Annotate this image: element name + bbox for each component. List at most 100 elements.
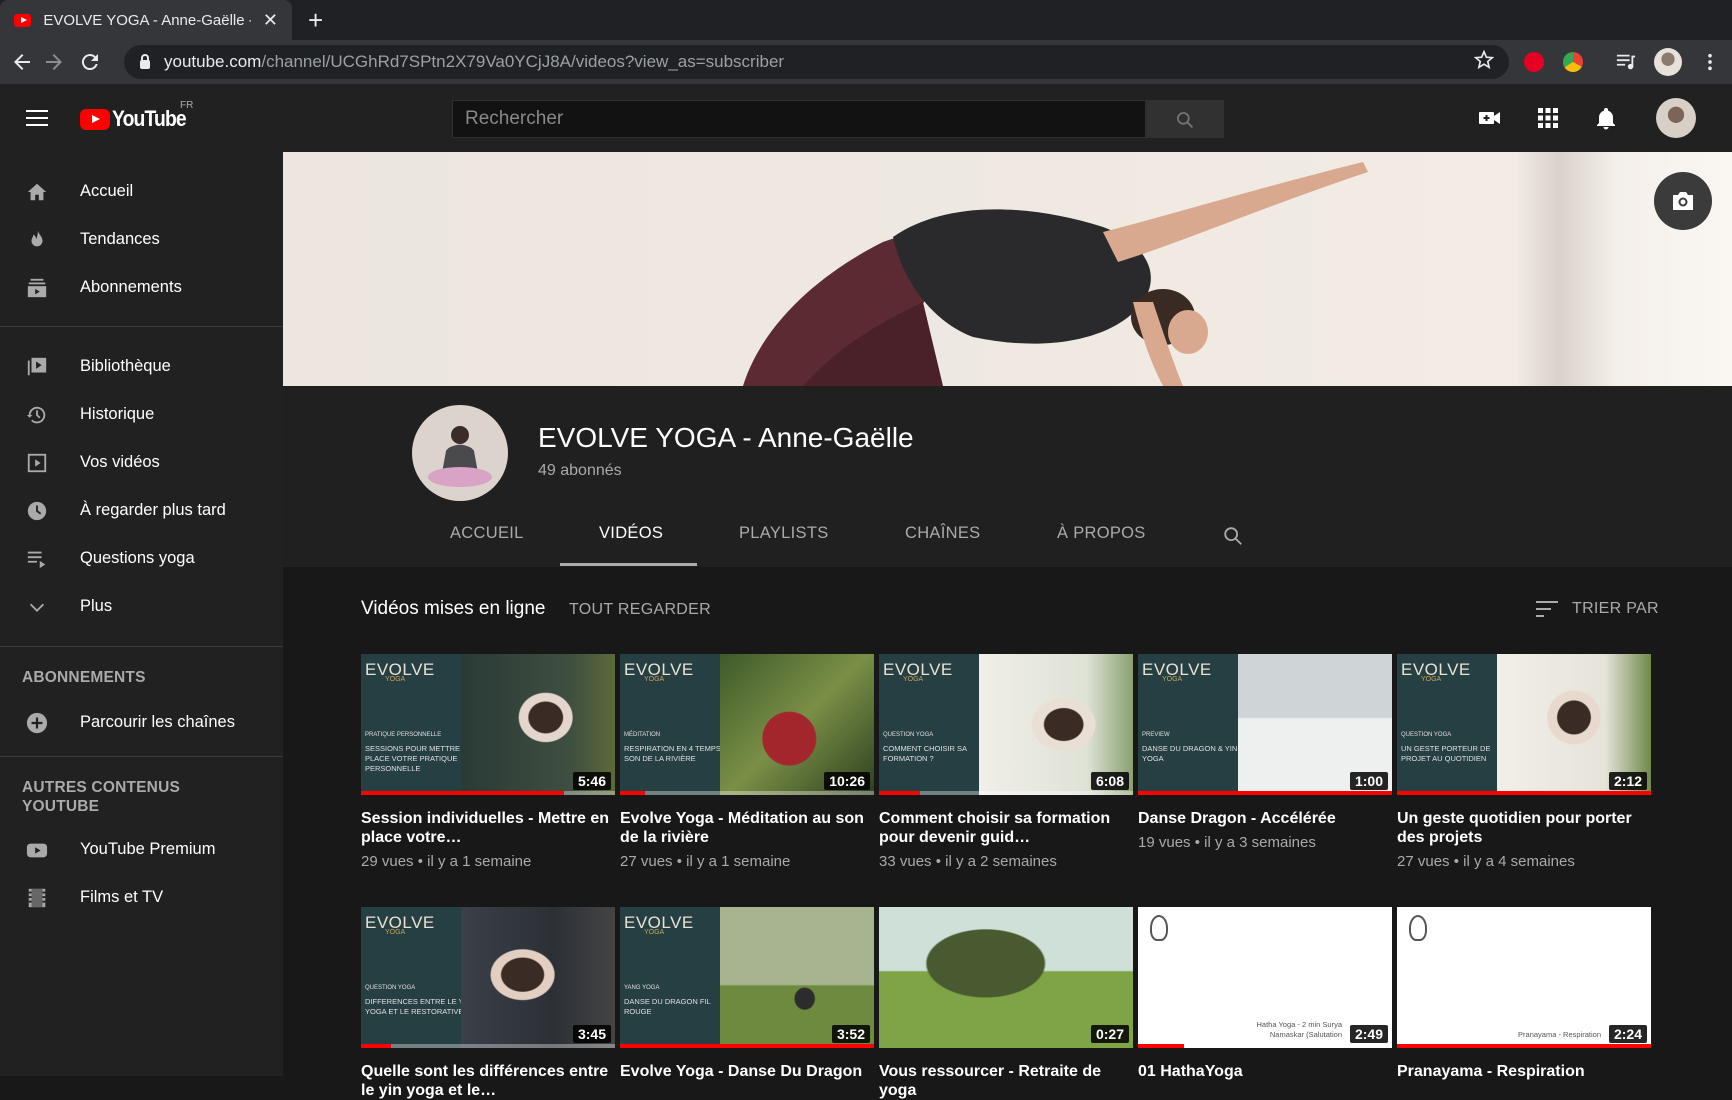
video-card[interactable]: EVOLVE YOGA QUESTION YOGA UN GESTE PORTEUR … bbox=[1397, 654, 1651, 870]
sidebar-item-home[interactable]: Accueil bbox=[0, 167, 283, 215]
video-thumbnail[interactable]: EVOLVE YOGA MÉDITATION RESPIRATION EN 4 TEM… bbox=[620, 654, 874, 795]
thumbnail-topic: Pranayama - Respiration bbox=[1518, 1030, 1601, 1039]
video-title[interactable]: Quelle sont les différences entre le yin… bbox=[361, 1062, 615, 1100]
video-title[interactable]: Un geste quotidien pour porter des proje… bbox=[1397, 809, 1651, 847]
video-card[interactable]: Hatha Yoga - 2 min Surya Namaskar (Salut… bbox=[1138, 907, 1392, 1100]
sidebar-item-questions-yoga[interactable]: Questions yoga bbox=[0, 534, 283, 582]
tab-playlists[interactable]: PLAYLISTS bbox=[739, 524, 829, 543]
sidebar-item-label: YouTube Premium bbox=[80, 839, 216, 858]
create-video-icon[interactable] bbox=[1478, 108, 1502, 128]
youtube-logo[interactable]: YouTube FR bbox=[80, 100, 196, 132]
reload-icon[interactable] bbox=[78, 50, 102, 74]
sidebar-item-browse-channels[interactable]: Parcourir les chaînes bbox=[0, 698, 283, 746]
url-path: /channel/UCGhRd7SPtn2X79Va0YCjJ8A/videos… bbox=[261, 52, 785, 71]
video-thumbnail[interactable]: EVOLVE YOGA PRATIQUE PERSONNELLE SESSIONS P… bbox=[361, 654, 615, 795]
video-thumbnail[interactable]: EVOLVE YOGA PREVIEW DANSE DU DRAGON & YIN Y… bbox=[1138, 654, 1392, 795]
sidebar-item-library[interactable]: Bibliothèque bbox=[0, 342, 283, 390]
chevron-down-icon bbox=[29, 603, 45, 612]
video-card[interactable]: EVOLVE YOGA PRATIQUE PERSONNELLE SESSIONS P… bbox=[361, 654, 615, 870]
video-card[interactable]: Pranayama - Respiration 2:24 Pranayama - R… bbox=[1397, 907, 1651, 1100]
video-title[interactable]: Evolve Yoga - Méditation au son de la ri… bbox=[620, 809, 874, 847]
video-card[interactable]: EVOLVE YOGA MÉDITATION RESPIRATION EN 4 TEM… bbox=[620, 654, 874, 870]
video-title[interactable]: 01 HathaYoga bbox=[1138, 1062, 1392, 1100]
video-card[interactable]: EVOLVE YOGA YANG YOGA DANSE DU DRAGON FIL R… bbox=[620, 907, 874, 1100]
change-banner-button[interactable] bbox=[1654, 172, 1712, 230]
tab-channels[interactable]: CHAÎNES bbox=[905, 524, 980, 543]
trending-icon bbox=[31, 230, 43, 247]
watch-progress-track bbox=[620, 791, 874, 795]
video-card[interactable]: 0:27 Vous ressourcer - Retraite de yoga bbox=[879, 907, 1133, 1100]
subscriber-count: 49 abonnés bbox=[538, 462, 622, 479]
watch-progress-bar bbox=[1138, 791, 1392, 795]
account-avatar[interactable] bbox=[1656, 98, 1696, 138]
profile-avatar-icon[interactable] bbox=[1654, 48, 1682, 76]
active-tab-indicator bbox=[560, 563, 697, 566]
thumbnail-topic: Hatha Yoga - 2 min Surya Namaskar (Salut… bbox=[1256, 1020, 1342, 1039]
search-input[interactable]: Rechercher bbox=[452, 100, 1146, 138]
browser-tab[interactable]: EVOLVE YOGA - Anne-Gaëlle - YouTube ✕ bbox=[0, 0, 292, 40]
address-bar[interactable]: youtube.com/channel/UCGhRd7SPtn2X79Va0YC… bbox=[124, 45, 1509, 79]
youtube-favicon-icon bbox=[14, 13, 32, 27]
new-tab-button[interactable]: + bbox=[308, 6, 323, 34]
tab-close-icon[interactable]: ✕ bbox=[263, 10, 278, 31]
video-card[interactable]: EVOLVE YOGA PREVIEW DANSE DU DRAGON & YIN Y… bbox=[1138, 654, 1392, 851]
tab-videos[interactable]: VIDÉOS bbox=[599, 524, 663, 543]
tab-home[interactable]: ACCUEIL bbox=[450, 524, 524, 543]
video-thumbnail[interactable]: EVOLVE YOGA QUESTION YOGA UN GESTE PORTEUR … bbox=[1397, 654, 1651, 795]
apps-grid-icon[interactable] bbox=[1538, 108, 1558, 128]
forward-icon[interactable] bbox=[42, 50, 66, 74]
video-thumbnail[interactable]: Pranayama - Respiration 2:24 bbox=[1397, 907, 1651, 1048]
back-icon[interactable] bbox=[10, 50, 34, 74]
video-title[interactable]: Danse Dragon - Accélérée bbox=[1138, 809, 1392, 828]
film-icon bbox=[28, 888, 46, 908]
thumbnail-brand-sub: YOGA bbox=[385, 929, 406, 936]
channel-search-icon[interactable] bbox=[1222, 525, 1244, 547]
thumbnail-topic: COMMENT CHOISIR SA FORMATION ? bbox=[883, 744, 967, 763]
browser-menu-icon[interactable] bbox=[1700, 52, 1720, 72]
sidebar-item-history[interactable]: Historique bbox=[0, 390, 283, 438]
sort-button[interactable]: TRIER PAR bbox=[1536, 600, 1659, 618]
sidebar-item-more[interactable]: Plus bbox=[0, 582, 283, 630]
video-title[interactable]: Session individuelles - Mettre en place … bbox=[361, 809, 615, 847]
video-title[interactable]: Evolve Yoga - Danse Du Dragon bbox=[620, 1062, 874, 1100]
sidebar-item-films-tv[interactable]: Films et TV bbox=[0, 873, 283, 921]
video-duration: 0:27 bbox=[1090, 1025, 1129, 1043]
sidebar-item-trending[interactable]: Tendances bbox=[0, 215, 283, 263]
sidebar-item-your-videos[interactable]: Vos vidéos bbox=[0, 438, 283, 486]
sidebar-item-youtube-premium[interactable]: YouTube Premium bbox=[0, 825, 283, 873]
video-thumbnail[interactable]: 0:27 bbox=[879, 907, 1133, 1048]
video-title[interactable]: Comment choisir sa formation pour deveni… bbox=[879, 809, 1133, 847]
pinterest-extension-icon[interactable] bbox=[1524, 52, 1544, 72]
playlist-icon bbox=[27, 551, 46, 569]
sidebar-divider bbox=[0, 326, 283, 327]
video-thumbnail[interactable]: EVOLVE YOGA QUESTION YOGA DIFFERENCES ENTRE… bbox=[361, 907, 615, 1048]
thumbnail-brand-sub: YOGA bbox=[385, 676, 406, 683]
channel-avatar[interactable] bbox=[412, 405, 508, 501]
video-meta: 29 vues • il y a 1 semaine bbox=[361, 853, 532, 870]
video-thumbnail[interactable]: EVOLVE YOGA QUESTION YOGA COMMENT CHOISIR S… bbox=[879, 654, 1133, 795]
avatar-photo bbox=[428, 426, 492, 487]
sidebar-item-subscriptions[interactable]: Abonnements bbox=[0, 263, 283, 311]
url-host: youtube.com bbox=[164, 52, 262, 71]
video-card[interactable]: EVOLVE YOGA QUESTION YOGA DIFFERENCES ENTRE… bbox=[361, 907, 615, 1100]
video-card[interactable]: EVOLVE YOGA QUESTION YOGA COMMENT CHOISIR S… bbox=[879, 654, 1133, 870]
sidebar-item-watch-later[interactable]: À regarder plus tard bbox=[0, 486, 283, 534]
thumbnail-brand-sub: YOGA bbox=[644, 929, 665, 936]
media-queue-icon[interactable] bbox=[1616, 52, 1636, 72]
library-icon bbox=[27, 357, 47, 376]
chrome-extension-icon[interactable] bbox=[1563, 52, 1583, 72]
play-all-button[interactable]: TOUT REGARDER bbox=[569, 601, 711, 619]
premium-icon bbox=[26, 843, 48, 858]
video-title[interactable]: Pranayama - Respiration bbox=[1397, 1062, 1651, 1100]
tab-about[interactable]: À PROPOS bbox=[1057, 524, 1146, 543]
notifications-bell-icon[interactable] bbox=[1595, 106, 1617, 130]
video-thumbnail[interactable]: EVOLVE YOGA YANG YOGA DANSE DU DRAGON FIL R… bbox=[620, 907, 874, 1048]
hamburger-menu-icon[interactable] bbox=[26, 110, 48, 126]
thumbnail-brand-sub: YOGA bbox=[1421, 676, 1442, 683]
search-button[interactable] bbox=[1146, 100, 1224, 138]
video-thumbnail[interactable]: Hatha Yoga - 2 min Surya Namaskar (Salut… bbox=[1138, 907, 1392, 1048]
video-meta: 27 vues • il y a 1 semaine bbox=[620, 853, 791, 870]
video-title[interactable]: Vous ressourcer - Retraite de yoga bbox=[879, 1062, 1133, 1100]
sidebar-item-label: Films et TV bbox=[80, 887, 164, 906]
bookmark-star-icon[interactable] bbox=[1473, 49, 1495, 71]
